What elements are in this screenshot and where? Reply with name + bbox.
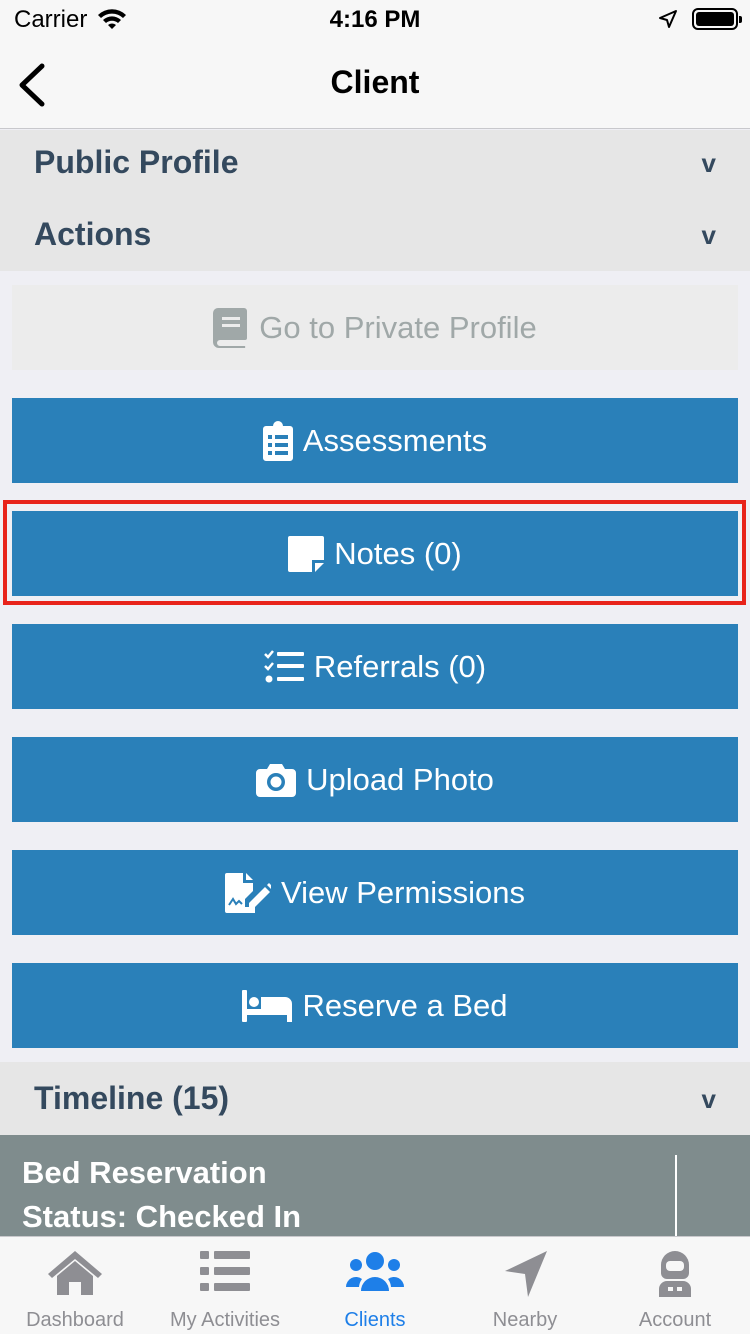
location-arrow-icon bbox=[505, 1251, 547, 1297]
section-timeline[interactable]: Timeline (15) v bbox=[0, 1062, 750, 1135]
location-arrow-icon bbox=[659, 10, 677, 28]
tab-account[interactable]: Account bbox=[600, 1237, 750, 1334]
timeline-item-title: Bed Reservation bbox=[22, 1155, 267, 1190]
tasks-list-icon bbox=[263, 649, 304, 682]
tab-clients[interactable]: Clients bbox=[300, 1237, 450, 1334]
battery-icon bbox=[692, 8, 742, 30]
home-icon bbox=[48, 1251, 102, 1295]
section-label: Timeline (15) bbox=[34, 1080, 230, 1116]
users-icon bbox=[346, 1252, 404, 1291]
chevron-down-icon: v bbox=[701, 220, 716, 250]
list-icon bbox=[200, 1251, 250, 1291]
book-icon bbox=[213, 307, 248, 348]
status-right bbox=[658, 8, 742, 30]
tab-bar: Dashboard My Activities Clients Nearby A… bbox=[0, 1236, 750, 1334]
chevron-down-icon: v bbox=[701, 148, 716, 178]
page-title: Client bbox=[330, 64, 420, 100]
tab-dashboard[interactable]: Dashboard bbox=[0, 1237, 150, 1334]
tab-nearby[interactable]: Nearby bbox=[450, 1237, 600, 1334]
upload-photo-button[interactable]: Upload Photo bbox=[12, 737, 738, 822]
private-profile-button[interactable]: Go to Private Profile bbox=[12, 285, 738, 370]
clipboard-list-icon bbox=[262, 420, 293, 461]
notes-button[interactable]: Notes (0) bbox=[12, 511, 738, 596]
camera-icon bbox=[256, 763, 297, 797]
tab-my-activities[interactable]: My Activities bbox=[150, 1237, 300, 1334]
referrals-label: Referrals (0) bbox=[313, 648, 487, 684]
section-label: Public Profile bbox=[34, 144, 239, 180]
timeline-divider bbox=[675, 1155, 677, 1236]
timeline-item-status: Status: Checked In bbox=[22, 1199, 302, 1234]
status-time: 4:16 PM bbox=[329, 6, 421, 33]
tab-label: Nearby bbox=[492, 1309, 558, 1331]
view-permissions-button[interactable]: View Permissions bbox=[12, 850, 738, 935]
notes-label: Notes (0) bbox=[334, 535, 462, 571]
upload-photo-label: Upload Photo bbox=[306, 761, 494, 797]
file-signature-icon bbox=[224, 872, 271, 913]
reserve-bed-label: Reserve a Bed bbox=[302, 987, 508, 1023]
sticky-note-icon bbox=[288, 535, 325, 572]
status-bar: Carrier 4:16 PM bbox=[0, 0, 750, 40]
private-profile-label: Go to Private Profile bbox=[259, 309, 537, 345]
section-public-profile[interactable]: Public Profile v bbox=[0, 130, 750, 200]
assessments-label: Assessments bbox=[302, 422, 488, 458]
astronaut-icon bbox=[659, 1251, 691, 1297]
navigation-bar: Client bbox=[0, 40, 750, 129]
reserve-bed-button[interactable]: Reserve a Bed bbox=[12, 963, 738, 1048]
assessments-button[interactable]: Assessments bbox=[12, 398, 738, 483]
tab-label: Dashboard bbox=[26, 1309, 124, 1331]
tab-label: My Activities bbox=[169, 1309, 281, 1331]
section-label: Actions bbox=[34, 216, 152, 252]
chevron-down-icon: v bbox=[701, 1084, 716, 1114]
tab-label: Account bbox=[638, 1309, 712, 1331]
section-actions[interactable]: Actions v bbox=[0, 200, 750, 271]
bed-icon bbox=[242, 989, 293, 1022]
tab-label: Clients bbox=[344, 1309, 406, 1331]
timeline-item[interactable]: Bed Reservation Status: Checked In bbox=[0, 1135, 750, 1236]
referrals-button[interactable]: Referrals (0) bbox=[12, 624, 738, 709]
view-permissions-label: View Permissions bbox=[280, 874, 526, 910]
